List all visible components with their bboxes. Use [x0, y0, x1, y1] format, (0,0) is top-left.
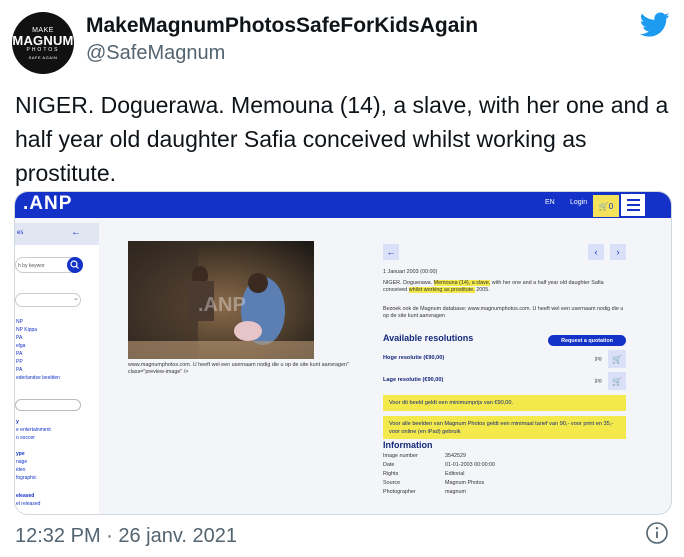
resolution-row: Hoge resolutie (€90,00) jpg 🛒	[383, 350, 626, 368]
description-text: NIGER. Doguerawa.	[383, 280, 434, 286]
sidebar-section-title: eleased	[16, 493, 35, 499]
sidebar-type-item: ideo	[16, 467, 26, 473]
sidebar-header: es ←	[15, 223, 99, 245]
sidebar-source-item: NP Kippa	[16, 327, 38, 333]
filter-sidebar: es ← h by keywor ⌄ NP NP Kippa PA elga P…	[15, 223, 99, 514]
photo-date: 1 Januari 2003 (00:00)	[383, 269, 438, 275]
info-icon[interactable]	[645, 521, 669, 545]
twitter-bird-icon[interactable]	[640, 12, 670, 38]
avatar-line4: SAFE AGAIN	[28, 54, 58, 60]
highlighted-text: whilst working as prostitute.	[408, 287, 475, 293]
sidebar-source-item: PA	[16, 335, 23, 341]
info-key: Image number	[383, 453, 418, 459]
minimum-price-notice: Voor dit beeld geldt een minimumprijs va…	[383, 395, 626, 411]
resolution-label: Hoge resolutie (€90,00)	[383, 355, 445, 361]
chevron-down-icon: ⌄	[73, 295, 79, 302]
next-arrow-icon: ›	[610, 244, 626, 260]
sidebar-source-item: ederlandse beelden	[16, 375, 60, 381]
search-icon	[67, 257, 83, 273]
sidebar-select	[15, 293, 81, 307]
sidebar-source-item: NP	[16, 319, 23, 325]
avatar[interactable]: MAKE MAGNUM PHOTOS SAFE AGAIN	[12, 12, 74, 74]
attached-screenshot[interactable]: .ANP EN Login 🛒 0 es ← h by keywor ⌄ NP N…	[14, 191, 672, 515]
resolution-label: Lage resolutie (€90,00)	[383, 377, 444, 383]
anp-header-bar: .ANP EN Login 🛒 0	[15, 192, 671, 218]
tweet-timestamp[interactable]: 12:32 PM · 26 janv. 2021	[15, 525, 237, 548]
info-value: 01-01-2003 00:00:00	[445, 462, 496, 468]
cart-count: 0	[608, 201, 614, 211]
back-arrow-button: ←	[383, 244, 399, 260]
request-quotation-button: Request a quotation	[548, 335, 626, 346]
resolution-row: Lage resolutie (€90,00) jpg 🛒	[383, 372, 626, 390]
add-to-cart-icon: 🛒	[608, 372, 626, 390]
sidebar-text-input	[15, 399, 81, 411]
sidebar-category-item: o soccer	[16, 435, 35, 441]
info-key: Photographer	[383, 489, 416, 495]
login-link: Login	[570, 199, 588, 206]
magnum-rate-notice: Voor alle beelden van Magnum Photos geld…	[383, 416, 626, 439]
user-handle[interactable]: @SafeMagnum	[86, 42, 225, 65]
tweet-text: NIGER. Doguerawa. Memouna (14), a slave,…	[15, 92, 669, 186]
sidebar-header-label: es	[17, 230, 24, 236]
info-value: Editorial	[445, 471, 465, 477]
sidebar-source-item: PP	[16, 359, 23, 365]
info-value: 3542529	[445, 453, 466, 459]
sidebar-release-item: el released	[16, 501, 41, 507]
description-text: 2005.	[474, 287, 490, 293]
sidebar-source-item: PA	[16, 367, 23, 373]
information-title: Information	[383, 440, 433, 450]
previous-arrow-icon: ‹	[588, 244, 604, 260]
sidebar-source-item: PA	[16, 351, 23, 357]
photo-description: NIGER. Doguerawa. Memouna (14), a slave,…	[383, 280, 626, 294]
preview-photo: .ANP	[128, 241, 314, 359]
info-key: Date	[383, 462, 395, 468]
highlighted-text: Memouna (14), a slave,	[433, 280, 491, 286]
available-resolutions-title: Available resolutions	[383, 333, 474, 343]
info-key: Rights	[383, 471, 399, 477]
avatar-line2: MAGNUM	[12, 32, 74, 48]
sidebar-type-item: fographic	[16, 475, 37, 481]
language-link: EN	[545, 199, 555, 206]
anp-logo: .ANP	[23, 193, 73, 214]
sidebar-category-item: e entertainment	[16, 427, 51, 433]
svg-text:.ANP: .ANP	[198, 294, 246, 316]
avatar-line3: PHOTOS	[26, 46, 60, 53]
sidebar-section-title: ype	[16, 451, 25, 457]
cart-button: 🛒 0	[593, 195, 619, 217]
hamburger-menu-icon	[621, 194, 645, 216]
database-notice: Bezoek ook de Magnum database: www.magnu…	[383, 306, 624, 319]
info-value: magnum	[445, 489, 466, 495]
info-key: Source	[383, 480, 401, 486]
info-value: Magnum Photos	[445, 480, 485, 486]
cart-icon: 🛒	[598, 201, 609, 211]
sidebar-type-item: nage	[16, 459, 28, 465]
resolution-format: jpg	[595, 378, 602, 384]
sidebar-source-item: elga	[16, 343, 26, 349]
image-caption: www.magnumphotos.com. U heeft wel een us…	[128, 362, 349, 375]
resolution-format: jpg	[595, 356, 602, 362]
display-name[interactable]: MakeMagnumPhotosSafeForKidsAgain	[86, 14, 478, 38]
add-to-cart-icon: 🛒	[608, 350, 626, 368]
back-arrow-icon: ←	[71, 227, 81, 238]
sidebar-section-title: y	[16, 419, 19, 425]
